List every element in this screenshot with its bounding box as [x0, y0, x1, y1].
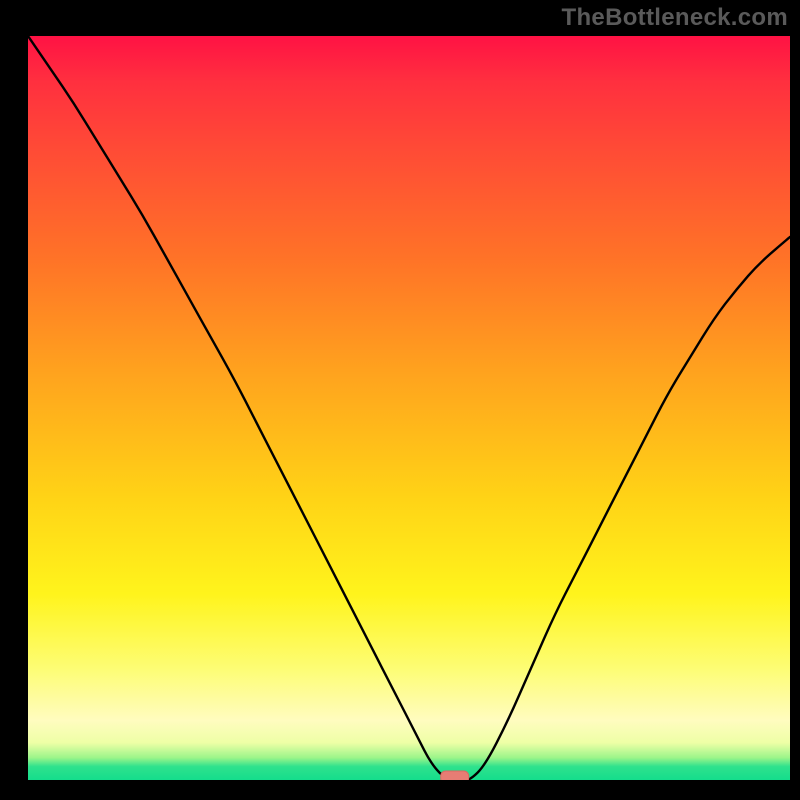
plot-area	[28, 36, 790, 780]
bottleneck-curve	[28, 36, 790, 780]
optimal-marker	[441, 771, 469, 780]
chart-frame: TheBottleneck.com	[0, 0, 800, 800]
watermark-text: TheBottleneck.com	[562, 4, 788, 32]
curve-svg	[28, 36, 790, 780]
